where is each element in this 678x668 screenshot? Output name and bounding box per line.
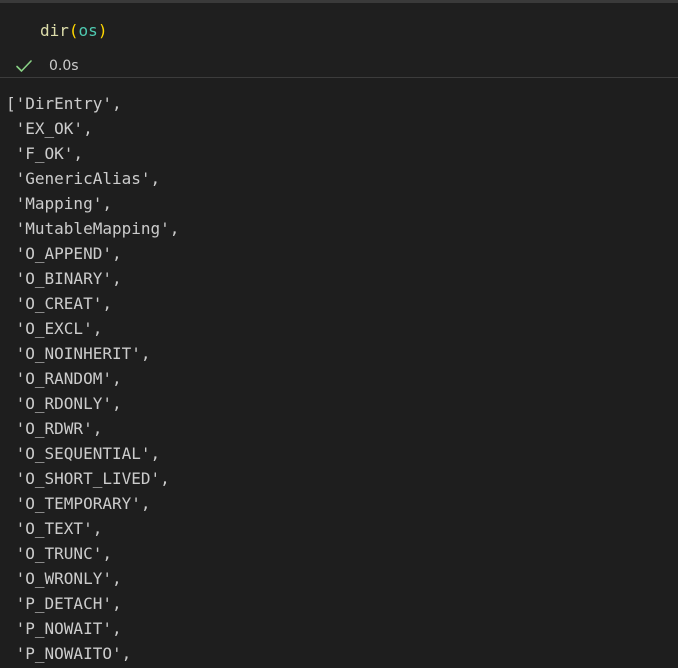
output-line: 'O_APPEND', bbox=[6, 244, 122, 263]
output-line: 'Mapping', bbox=[6, 194, 112, 213]
output-line: 'F_OK', bbox=[6, 144, 84, 163]
output-line: 'O_RDONLY', bbox=[6, 394, 122, 413]
output-line: 'O_TRUNC', bbox=[6, 544, 112, 563]
output-line: 'O_TEMPORARY', bbox=[6, 494, 151, 513]
argument: os bbox=[78, 21, 98, 40]
output-line: 'MutableMapping', bbox=[6, 219, 180, 238]
output-line: 'O_EXCL', bbox=[6, 319, 103, 338]
code-editor[interactable]: dir(os) 0.0s bbox=[0, 3, 678, 77]
output-line: 'O_WRONLY', bbox=[6, 569, 122, 588]
output-line: 'O_RDWR', bbox=[6, 419, 103, 438]
output-line: 'O_RANDOM', bbox=[6, 369, 122, 388]
output-line: ['DirEntry', bbox=[6, 94, 122, 113]
output-divider bbox=[0, 77, 678, 78]
output-line: 'O_SEQUENTIAL', bbox=[6, 444, 161, 463]
output-line: 'O_BINARY', bbox=[6, 269, 122, 288]
output-line: 'P_NOWAITO', bbox=[6, 644, 132, 663]
output-line: 'O_SHORT_LIVED', bbox=[6, 469, 170, 488]
output-line: 'O_NOINHERIT', bbox=[6, 344, 151, 363]
cell-output: ['DirEntry', 'EX_OK', 'F_OK', 'GenericAl… bbox=[6, 91, 671, 666]
output-line: 'EX_OK', bbox=[6, 119, 93, 138]
output-line: 'P_NOWAIT', bbox=[6, 619, 122, 638]
notebook-cell: dir(os) 0.0s ['DirEntry', 'EX_OK', 'F_OK… bbox=[0, 0, 678, 668]
check-icon bbox=[15, 57, 33, 75]
open-paren: ( bbox=[68, 21, 79, 40]
execution-time: 0.0s bbox=[49, 58, 79, 74]
close-paren: ) bbox=[97, 21, 108, 40]
output-line: 'O_TEXT', bbox=[6, 519, 103, 538]
output-line: 'P_DETACH', bbox=[6, 594, 122, 613]
output-line: 'GenericAlias', bbox=[6, 169, 161, 188]
execution-status: 0.0s bbox=[15, 55, 79, 77]
output-line: 'O_CREAT', bbox=[6, 294, 112, 313]
function-name: dir bbox=[40, 21, 69, 40]
code-line[interactable]: dir(os) bbox=[40, 20, 107, 42]
